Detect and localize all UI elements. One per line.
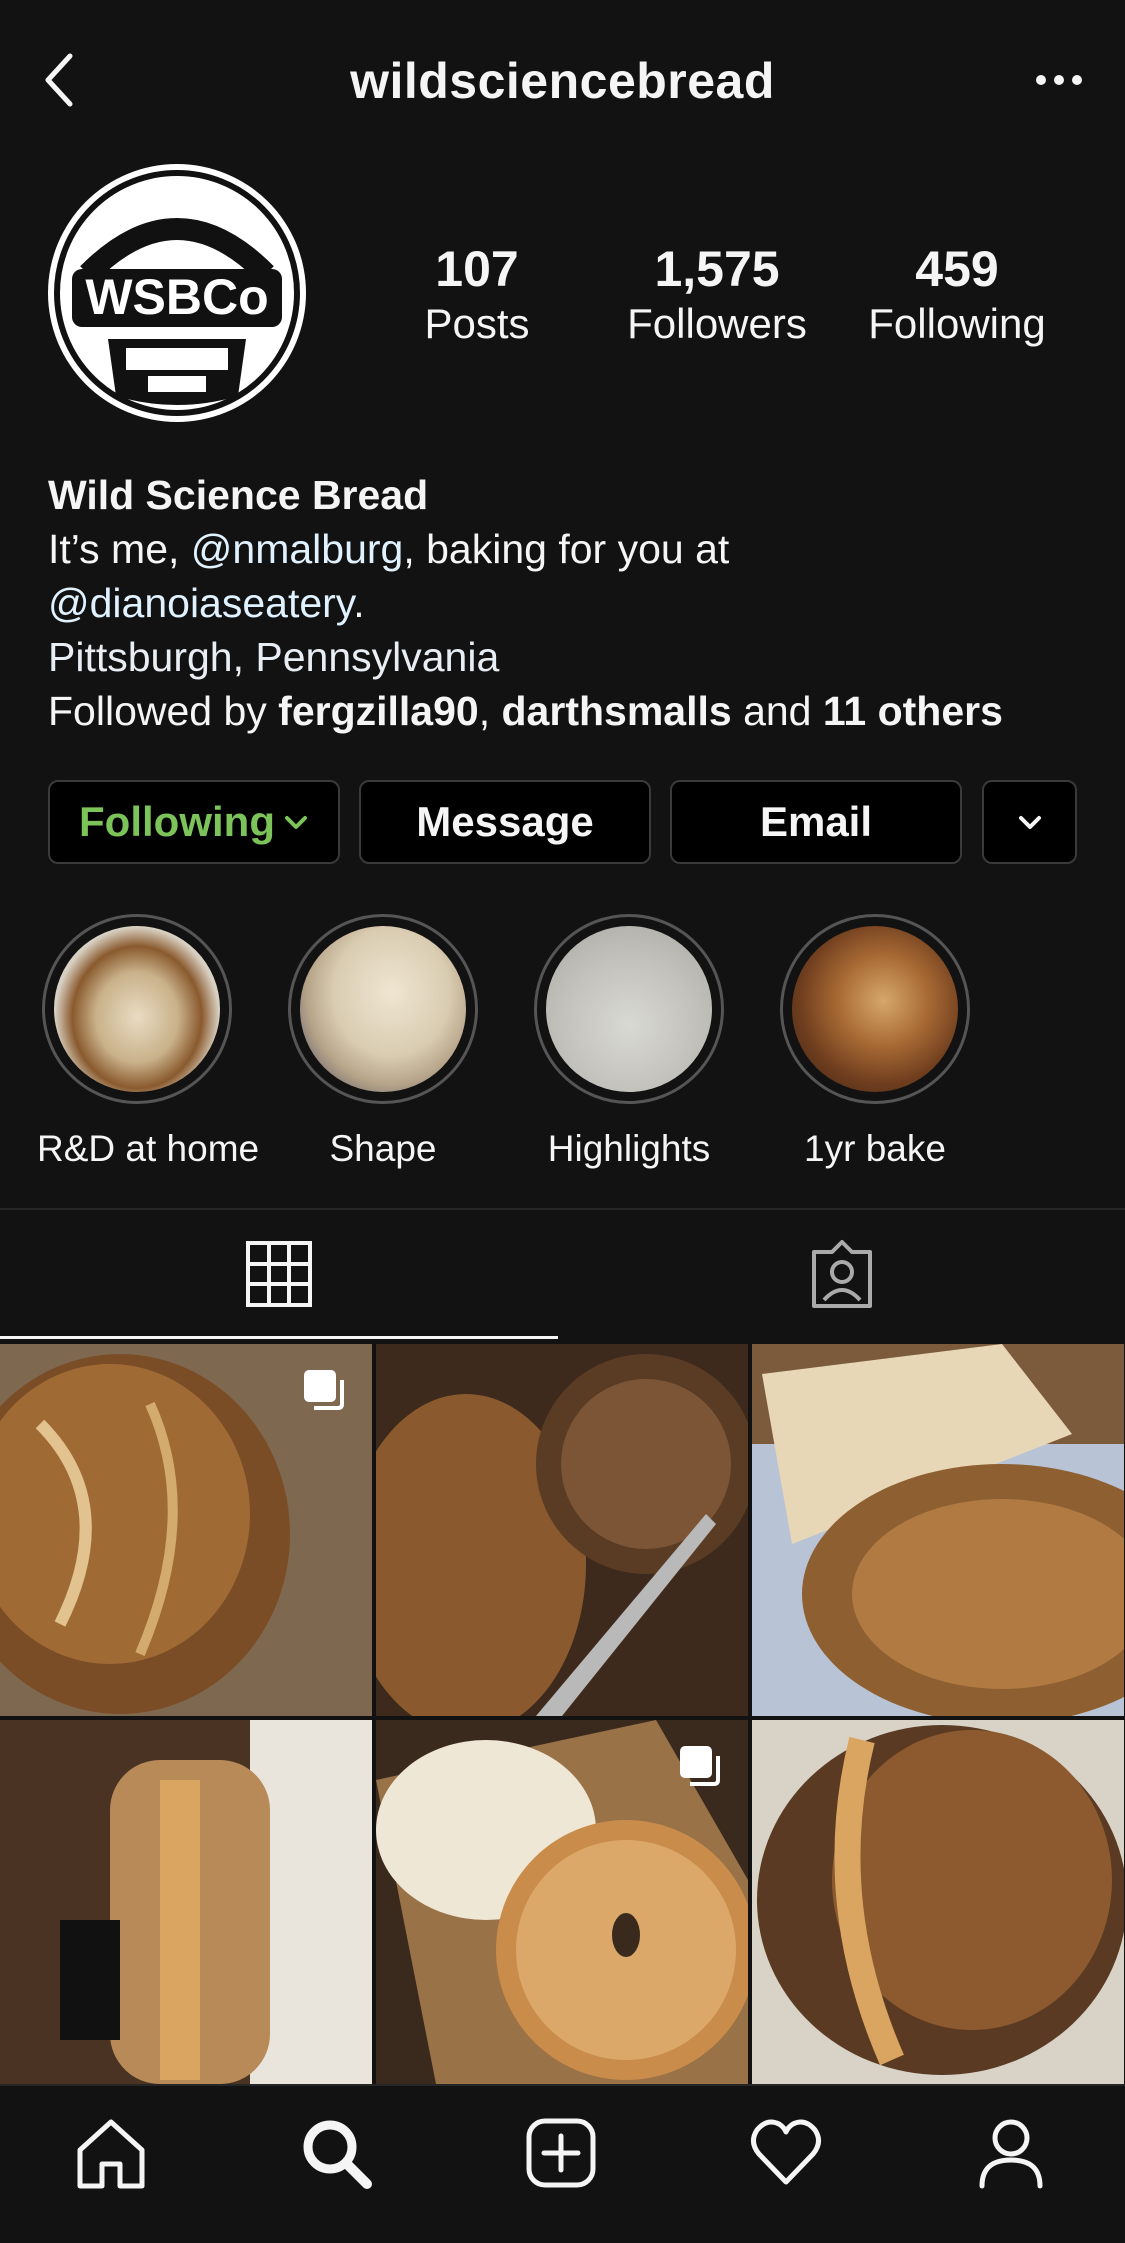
highlight-rd-at-home[interactable]: R&D at home <box>37 914 260 1170</box>
new-post-icon <box>526 2118 596 2188</box>
followers-count[interactable]: 1,575 Followers <box>607 240 827 350</box>
posts-count-value: 107 <box>435 241 519 297</box>
suggested-accounts-button[interactable] <box>982 780 1077 864</box>
more-options-icon[interactable] <box>1035 72 1083 88</box>
active-tab-indicator <box>0 1336 558 1339</box>
post-thumbnail[interactable] <box>376 1344 748 1716</box>
multi-photo-icon <box>680 1746 720 1786</box>
email-button-label: Email <box>759 798 873 845</box>
post-image <box>752 1720 1124 2084</box>
bio-line-1: It’s me, @nmalburg, baking for you at <box>48 522 1088 576</box>
posts-count-label: Posts <box>424 300 530 347</box>
bio-text: , baking for you at <box>403 526 730 572</box>
post-thumbnail[interactable] <box>0 1720 372 2092</box>
nav-search[interactable] <box>276 2108 396 2198</box>
posts-count[interactable]: 107 Posts <box>367 240 587 350</box>
highlight-thumbnail <box>54 926 220 1092</box>
highlight-highlights[interactable]: Highlights <box>529 914 729 1170</box>
nav-profile[interactable] <box>951 2108 1071 2198</box>
bio-line-2: @dianoiaseatery. <box>48 576 1088 630</box>
mention-link-dianoiaseatery[interactable]: @dianoiaseatery <box>48 580 353 626</box>
avatar[interactable]: WSBCo <box>48 164 306 422</box>
wsbco-logo: WSBCo <box>54 170 300 416</box>
highlight-1yr-bake[interactable]: 1yr bake <box>775 914 975 1170</box>
followed-by-sep: , <box>478 688 502 734</box>
following-button-label: Following <box>79 798 275 845</box>
profile-bio: Wild Science Bread It’s me, @nmalburg, b… <box>48 468 1088 738</box>
nav-home[interactable] <box>51 2108 171 2198</box>
post-thumbnail[interactable] <box>752 1720 1124 2092</box>
highlight-ring <box>288 914 478 1104</box>
heart-icon <box>751 2119 821 2185</box>
highlight-shape[interactable]: Shape <box>283 914 483 1170</box>
home-icon <box>77 2119 145 2189</box>
highlight-thumbnail <box>300 926 466 1092</box>
followed-by-and: and <box>731 688 823 734</box>
followers-count-label: Followers <box>627 300 807 347</box>
bio-text: . <box>353 580 365 626</box>
followed-by[interactable]: Followed by fergzilla90, darthsmalls and… <box>48 684 1088 738</box>
post-image <box>752 1344 1124 1716</box>
following-button[interactable]: Following <box>48 780 340 864</box>
highlight-ring <box>534 914 724 1104</box>
profile-icon <box>979 2119 1043 2189</box>
message-button-label: Message <box>416 798 594 845</box>
email-button[interactable]: Email <box>670 780 962 864</box>
post-image <box>376 1344 748 1716</box>
chevron-down-icon <box>1018 816 1041 829</box>
followers-count-value: 1,575 <box>654 241 780 297</box>
logo-text: WSBCo <box>85 269 268 325</box>
highlight-label: 1yr bake <box>804 1128 946 1169</box>
followed-by-others: 11 others <box>822 688 1003 734</box>
highlight-thumbnail <box>546 926 712 1092</box>
chevron-down-icon <box>284 816 307 829</box>
post-thumbnail[interactable] <box>376 1720 748 2092</box>
highlight-label: R&D at home <box>37 1128 260 1169</box>
highlight-thumbnail <box>792 926 958 1092</box>
followed-by-user: fergzilla90 <box>278 688 479 734</box>
bio-text: It’s me, <box>48 526 191 572</box>
tagged-icon <box>811 1240 872 1308</box>
post-thumbnail[interactable] <box>0 1344 372 1716</box>
nav-new-post[interactable] <box>501 2108 621 2198</box>
tab-tagged[interactable] <box>558 1210 1125 1338</box>
nav-activity[interactable] <box>726 2108 846 2198</box>
post-image <box>0 1720 372 2084</box>
following-count-label: Following <box>868 300 1046 347</box>
highlight-ring <box>42 914 232 1104</box>
tab-posts-grid[interactable] <box>0 1210 558 1338</box>
multi-photo-icon <box>304 1370 344 1410</box>
search-icon <box>303 2120 372 2189</box>
followed-by-user: darthsmalls <box>501 688 732 734</box>
bio-location[interactable]: Pittsburgh, Pennsylvania <box>48 630 1088 684</box>
post-thumbnail[interactable] <box>752 1344 1124 1716</box>
followed-by-prefix: Followed by <box>48 688 279 734</box>
profile-username-title: wildsciencebread <box>350 53 775 109</box>
highlight-ring <box>780 914 970 1104</box>
following-count-value: 459 <box>915 241 999 297</box>
highlight-label: Shape <box>329 1128 437 1169</box>
display-name: Wild Science Bread <box>48 472 429 518</box>
following-count[interactable]: 459 Following <box>847 240 1067 350</box>
mention-link-nmalburg[interactable]: @nmalburg <box>191 526 404 572</box>
grid-icon <box>246 1241 312 1307</box>
message-button[interactable]: Message <box>359 780 651 864</box>
highlight-label: Highlights <box>547 1128 711 1169</box>
